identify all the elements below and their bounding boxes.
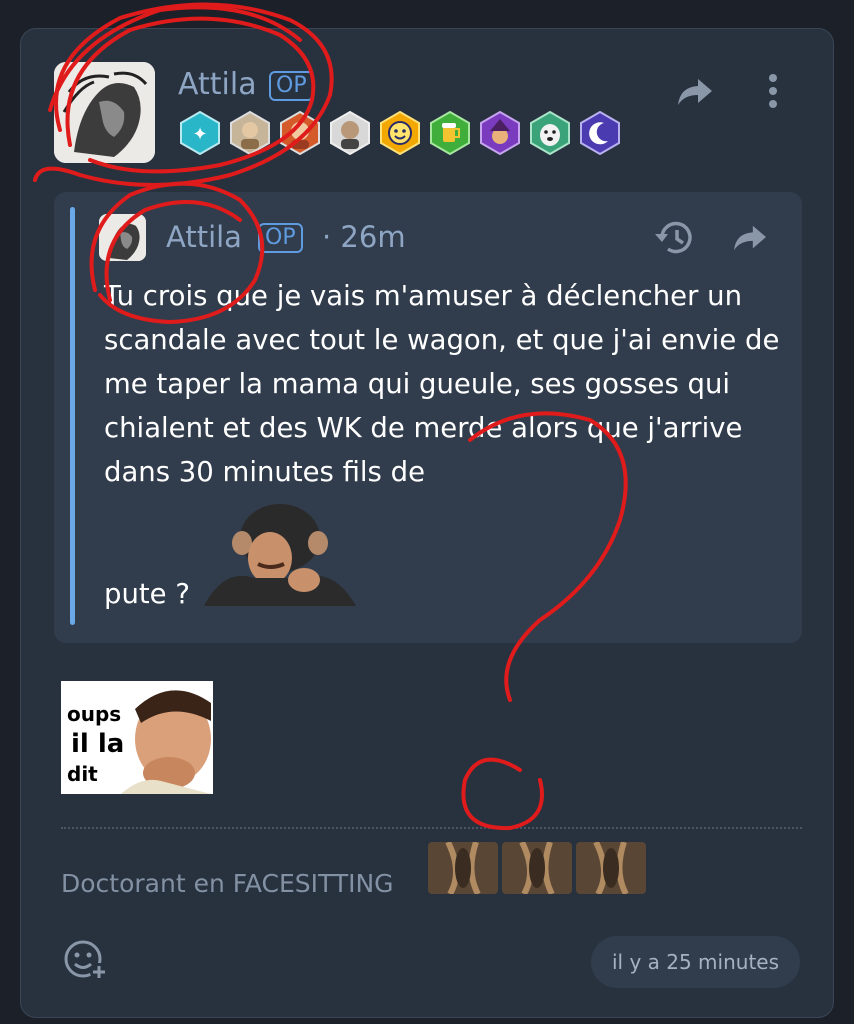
- author-avatar[interactable]: [54, 62, 155, 163]
- smiley-badge-icon[interactable]: [378, 111, 422, 155]
- op-badge: OP: [269, 71, 314, 101]
- post-card: Attila OP ✦ Attila OP · 26m Tu crois que…: [20, 28, 834, 1018]
- wizard-badge-icon[interactable]: [478, 111, 522, 155]
- sticker-line-1: oups: [67, 702, 122, 726]
- signature-emoji: [576, 842, 646, 894]
- share-icon[interactable]: [676, 75, 714, 113]
- signature-emoji: [502, 842, 572, 894]
- chimp-sticker: [204, 498, 356, 606]
- signature-text: Doctorant en FACESITTING: [61, 869, 394, 898]
- signature-divider: [61, 827, 802, 829]
- author-name[interactable]: Attila: [178, 67, 257, 102]
- quote-author-name: Attila: [166, 220, 242, 254]
- quote-accent-bar: [70, 207, 75, 625]
- portrait-badge-icon[interactable]: [228, 111, 272, 155]
- beer-badge-icon[interactable]: [428, 111, 472, 155]
- signature-emoji: [428, 842, 498, 894]
- sticker-line-2: il la: [71, 729, 125, 759]
- moon-badge-icon[interactable]: [578, 111, 622, 155]
- quote-share-icon[interactable]: [732, 222, 768, 258]
- stars-badge-icon[interactable]: ✦: [178, 111, 222, 155]
- quoted-message[interactable]: Attila OP · 26m Tu crois que je vais m'a…: [54, 192, 802, 643]
- dog-badge-icon[interactable]: [528, 111, 572, 155]
- badges-row: ✦: [178, 111, 622, 155]
- sticker-line-3: dit: [67, 762, 98, 786]
- quote-text: Tu crois que je vais m'amuser à déclench…: [104, 280, 780, 488]
- oups-sticker: oups il la dit: [61, 681, 213, 794]
- portrait-badge-icon[interactable]: [328, 111, 372, 155]
- quote-text-end: pute ?: [104, 578, 190, 610]
- quote-author-avatar: [99, 214, 146, 261]
- more-options-icon[interactable]: [767, 73, 779, 113]
- history-icon[interactable]: [654, 218, 696, 262]
- portrait-badge-icon[interactable]: [278, 111, 322, 155]
- quote-op-badge: OP: [258, 223, 303, 253]
- quote-time: · 26m: [322, 220, 406, 254]
- add-reaction-icon[interactable]: [63, 939, 111, 987]
- svg-text:✦: ✦: [192, 124, 207, 145]
- post-timestamp: il y a 25 minutes: [591, 936, 800, 988]
